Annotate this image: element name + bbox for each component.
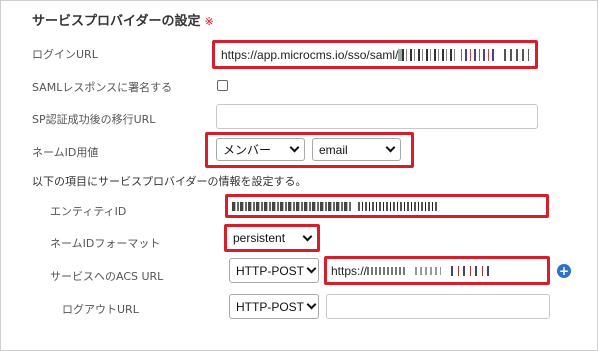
entity-id-field[interactable]: [228, 197, 546, 215]
redacted-text: [358, 201, 438, 211]
sp-info-heading: 以下の項目にサービスプロバイダーの情報を設定する。: [32, 175, 307, 188]
acs-url-field[interactable]: https://: [327, 259, 547, 282]
logout-url-field[interactable]: [326, 294, 550, 319]
redacted-text: [232, 201, 352, 211]
name-id-attribute-value: email: [319, 142, 348, 157]
name-id-source-value: メンバー: [223, 143, 272, 157]
sp-redirect-field[interactable]: [216, 104, 538, 129]
redacted-text: [367, 266, 408, 275]
name-id-format-value: persistent: [233, 231, 286, 245]
login-url-value: https://app.microcms.io/sso/saml/: [221, 47, 399, 62]
redacted-text: [415, 266, 442, 275]
section-title: サービスプロバイダーの設定 ※: [32, 10, 214, 29]
acs-binding-select[interactable]: HTTP-POST: [229, 258, 319, 283]
entity-id-label: エンティティID: [50, 205, 127, 218]
saml-sign-checkbox[interactable]: [217, 80, 228, 91]
name-id-format-label: ネームIDフォーマット: [50, 237, 161, 250]
login-url-field[interactable]: https://app.microcms.io/sso/saml/: [215, 43, 535, 66]
login-url-label: ログインURL: [32, 48, 98, 61]
name-id-format-select[interactable]: persistent: [227, 227, 317, 249]
redacted-text: [401, 48, 455, 61]
acs-url-value: https://: [331, 263, 368, 278]
redacted-text: [451, 265, 492, 276]
chevron-down-icon: [385, 142, 396, 153]
logout-binding-select[interactable]: HTTP-POST: [229, 294, 319, 319]
name-id-value-label: ネームID用値: [32, 146, 99, 159]
section-title-text: サービスプロバイダーの設定: [32, 14, 201, 29]
sp-redirect-label: SP認証成功後の移行URL: [32, 113, 156, 126]
chevron-down-icon: [306, 299, 317, 310]
redacted-text: [504, 48, 529, 61]
required-mark: ※: [204, 15, 214, 28]
name-id-attribute-select[interactable]: email: [312, 138, 401, 161]
name-id-source-select[interactable]: メンバー: [216, 138, 305, 161]
redacted-text: [460, 48, 497, 61]
acs-url-label: サービスへのACS URL: [50, 270, 164, 283]
saml-sign-label: SAMLレスポンスに署名する: [32, 81, 173, 94]
chevron-down-icon: [302, 231, 313, 241]
plus-circle-icon[interactable]: +: [557, 264, 571, 278]
chevron-down-icon: [289, 142, 300, 153]
acs-binding-value: HTTP-POST: [236, 263, 304, 278]
logout-url-label: ログアウトURL: [62, 303, 139, 316]
chevron-down-icon: [306, 263, 317, 274]
logout-binding-value: HTTP-POST: [236, 299, 304, 314]
